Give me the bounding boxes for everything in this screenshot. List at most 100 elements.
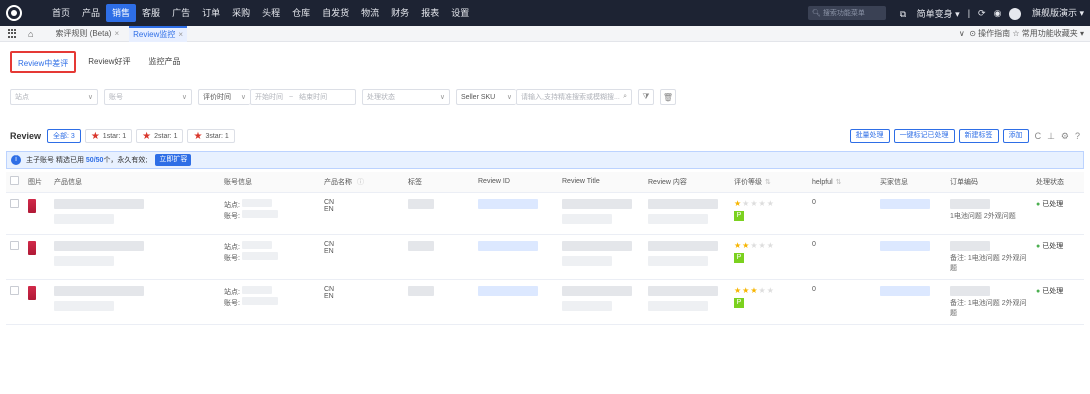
clear-filter-icon[interactable]: 🗑︎ xyxy=(660,89,676,105)
user-menu[interactable]: 旗舰版演示 ▾ xyxy=(1009,6,1084,20)
home-icon[interactable]: ⌂ xyxy=(28,29,33,39)
site-select[interactable]: 站点 ∨ xyxy=(10,89,98,105)
review-time-select[interactable]: 评价时间 ∨ xyxy=(198,89,250,105)
filter-all[interactable]: 全部: 3 xyxy=(47,129,81,143)
helpful-count: 0 xyxy=(808,234,876,280)
tab-review-monitor[interactable]: Review监控 × xyxy=(129,25,188,42)
add-button[interactable]: 添加 xyxy=(1002,129,1029,143)
settings-icon[interactable]: ⚙︎ xyxy=(1061,131,1069,142)
review-table: 图片 产品信息 账号信息 产品名称 ⓘ 标签 Review ID Review … xyxy=(6,172,1084,325)
status-dot-icon: ● xyxy=(1036,242,1041,250)
nav-item[interactable]: 仓库 xyxy=(286,4,316,22)
col-review-content: Review 内容 xyxy=(644,172,730,193)
helpful-count: 0 xyxy=(808,279,876,325)
seller-sku-select[interactable]: Seller SKU ∨ xyxy=(456,89,516,105)
col-helpful[interactable]: helpful ⇅ xyxy=(808,172,876,193)
row-checkbox[interactable] xyxy=(10,198,19,208)
table-row[interactable]: 站点: 账号: CN EN ★★★★★ P 0 备注: 1电池问题 2外观问题 ● 已… xyxy=(6,234,1084,280)
filter-3star[interactable]: ★ 3star: 1 xyxy=(187,129,235,143)
col-product-name: 产品名称 ⓘ xyxy=(320,172,404,193)
product-image[interactable] xyxy=(28,240,36,255)
review-toolbar: Review 全部: 3 ★ 1star: 1 ★ 2star: 1 ★ 3star:… xyxy=(0,126,1090,146)
quota-notice: i 主子账号 精选已用 50/50 个，永久有效; 立即扩容 xyxy=(6,151,1084,169)
product-image[interactable] xyxy=(28,198,36,213)
refresh-icon[interactable]: ⟳ xyxy=(978,8,986,19)
nav-item[interactable]: 首页 xyxy=(46,4,76,22)
top-right-tools: ⧉ 简单变身 ▾ | ⟳ ◉ 旗舰版演示 ▾ xyxy=(892,0,1084,26)
nav-item[interactable]: 销售 xyxy=(106,4,137,22)
product-image[interactable] xyxy=(28,285,36,300)
subtab-negative-reviews[interactable]: Review中差评 xyxy=(10,51,77,73)
mark-processed-button[interactable]: 一键标记已处理 xyxy=(893,129,955,143)
avatar xyxy=(1009,7,1022,20)
sku-search-input[interactable]: 请输入,支持精准搜索或模糊搜... ⌕ xyxy=(516,89,632,105)
chevron-down-icon: ∨ xyxy=(240,94,246,101)
batch-process-button[interactable]: 批量处理 xyxy=(849,129,890,143)
nav-item[interactable]: 采购 xyxy=(226,4,256,22)
subtab-positive-reviews[interactable]: Review好评 xyxy=(82,51,136,73)
toolbar-actions: 批量处理 一键标记已处理 新建标签 添加 C ⊥ ⚙︎ ? xyxy=(846,126,1080,146)
status-select[interactable]: 处理状态 ∨ xyxy=(362,89,450,105)
col-status: 处理状态 xyxy=(1032,172,1084,193)
nav-item[interactable]: 订单 xyxy=(196,4,226,22)
nav-item[interactable]: 客服 xyxy=(136,4,166,22)
page-tab-bar: ⌂ 索评规则 (Beta) × Review监控 × ∨ ⊙ 操作指南 ☆ 常用功能… xyxy=(0,25,1090,42)
helpful-count: 0 xyxy=(808,192,876,235)
refresh-icon[interactable]: C xyxy=(1035,131,1042,141)
nav-item[interactable]: 头程 xyxy=(256,4,286,22)
nav-item[interactable]: 设置 xyxy=(445,4,475,22)
section-title: Review xyxy=(10,131,42,141)
select-all-checkbox[interactable] xyxy=(10,176,19,186)
subtab-monitored-products[interactable]: 监控产品 xyxy=(142,51,186,73)
chevron-down-icon: ∨ xyxy=(506,94,512,101)
nav-item[interactable]: 物流 xyxy=(355,4,385,22)
app-grid-icon[interactable] xyxy=(8,28,18,39)
search-icon: 🔍︎ xyxy=(812,10,821,17)
advanced-filter-icon[interactable]: ⧩ xyxy=(638,89,654,105)
filter-bar: 站点 ∨ 账号 ∨ 评价时间 ∨ 开始时间 ~ 结束时间 处理状态 ∨ Seller SKU… xyxy=(0,88,1090,106)
positive-badge: P xyxy=(734,210,744,221)
rating-stars: ★★★★★ xyxy=(734,198,775,208)
divider: | xyxy=(967,8,971,18)
search-icon[interactable]: ⌕ xyxy=(623,93,627,101)
close-icon[interactable]: × xyxy=(178,30,183,39)
row-checkbox[interactable] xyxy=(10,285,19,295)
positive-badge: P xyxy=(734,252,744,263)
filter-2star[interactable]: ★ 2star: 1 xyxy=(136,129,184,143)
info-icon: ⓘ xyxy=(356,178,364,186)
help-icon[interactable]: ? xyxy=(1075,131,1080,141)
col-rating[interactable]: 评价等级 ⇅ xyxy=(730,172,808,193)
nav-item[interactable]: 报表 xyxy=(415,4,445,22)
col-product-info: 产品信息 xyxy=(50,172,220,193)
menu-search-input[interactable]: 🔍︎ 搜索功能菜单 xyxy=(808,6,886,20)
positive-badge: P xyxy=(734,297,744,308)
settings-icon[interactable]: ◉ xyxy=(994,8,1002,19)
nav-item[interactable]: 广告 xyxy=(166,4,196,22)
close-icon[interactable]: × xyxy=(114,29,119,38)
chevron-down-icon: ∨ xyxy=(181,94,187,101)
help-links[interactable]: ∨ ⊙ 操作指南 ☆ 常用功能收藏夹 ▾ xyxy=(959,26,1084,42)
main-nav: 首页 产品 销售 客服 广告 订单 采购 头程 仓库 自发货 物流 财务 报表 设置 xyxy=(46,0,475,26)
row-checkbox[interactable] xyxy=(10,240,19,250)
table-row[interactable]: 站点: 账号: CN EN ★★★★★ P 0 备注: 1电池问题 2外观问题 ● 已… xyxy=(6,279,1084,325)
nav-item[interactable]: 自发货 xyxy=(316,4,355,22)
switch-mode-button[interactable]: ⧉ 简单变身 ▾ xyxy=(900,7,960,20)
filter-1star[interactable]: ★ 1star: 1 xyxy=(84,129,133,143)
date-range-input[interactable]: 开始时间 ~ 结束时间 xyxy=(250,89,356,105)
expand-quota-button[interactable]: 立即扩容 xyxy=(155,154,192,166)
table-header: 图片 产品信息 账号信息 产品名称 ⓘ 标签 Review ID Review … xyxy=(6,172,1084,193)
app-logo-icon[interactable] xyxy=(6,5,22,21)
new-tag-button[interactable]: 新建标签 xyxy=(958,129,999,143)
status-cell: ● 已处理 xyxy=(1032,234,1084,280)
star-icon: ★ xyxy=(90,130,100,142)
table-row[interactable]: 站点: 账号: CN EN ★★★★★ P 0 1电池问题 2外观问题 ● 已处理 xyxy=(6,192,1084,235)
status-dot-icon: ● xyxy=(1036,287,1041,295)
chevron-down-icon: ∨ xyxy=(87,94,93,101)
nav-item[interactable]: 产品 xyxy=(76,4,106,22)
chevron-down-icon: ∨ xyxy=(439,94,445,101)
nav-item[interactable]: 财务 xyxy=(385,4,415,22)
download-icon[interactable]: ⊥ xyxy=(1047,131,1055,142)
col-account-info: 账号信息 xyxy=(220,172,320,193)
tab-review-rules[interactable]: 索评规则 (Beta) × xyxy=(51,27,123,41)
account-select[interactable]: 账号 ∨ xyxy=(104,89,192,105)
